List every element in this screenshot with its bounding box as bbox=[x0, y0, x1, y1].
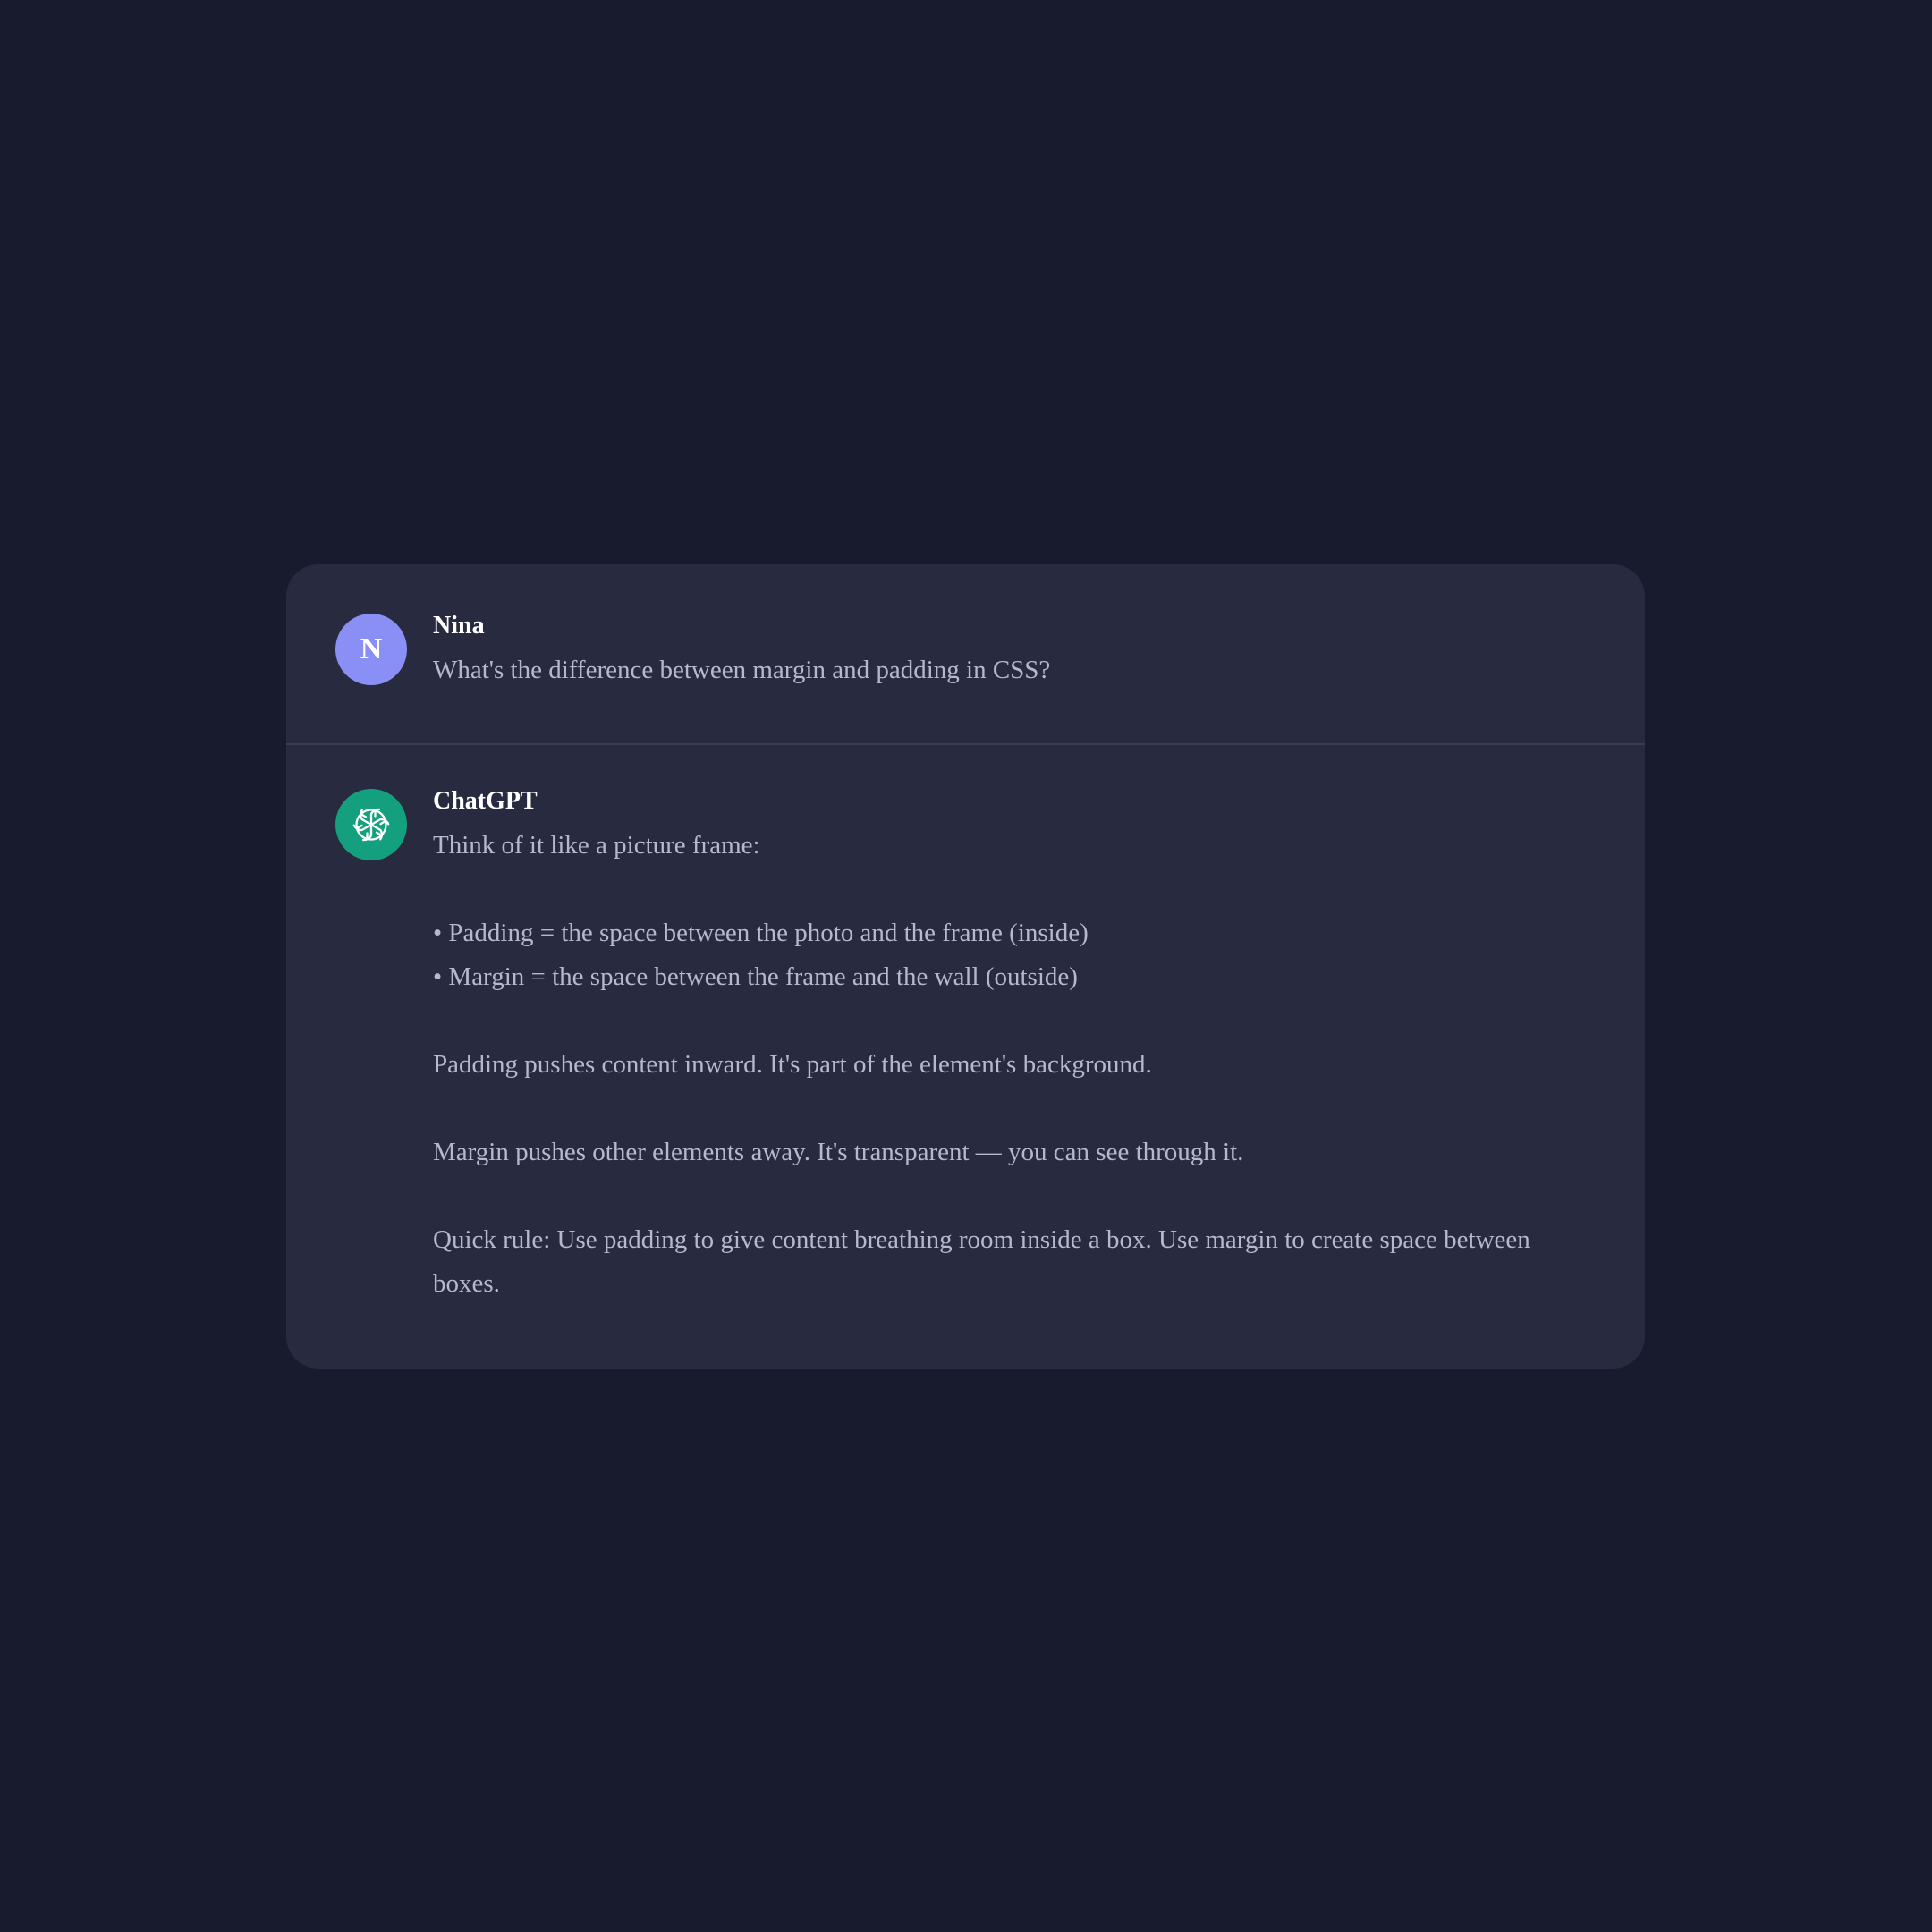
openai-logo-icon bbox=[352, 808, 390, 842]
assistant-paragraph: Margin pushes other elements away. It's … bbox=[433, 1138, 1244, 1166]
assistant-sender-name: ChatGPT bbox=[433, 787, 538, 815]
bullet-item: • Margin = the space between the frame a… bbox=[433, 962, 1078, 991]
assistant-avatar bbox=[335, 789, 407, 860]
assistant-paragraph: Quick rule: Use padding to give content … bbox=[433, 1225, 1530, 1298]
assistant-message-content: ChatGPT Think of it like a picture frame… bbox=[433, 786, 1582, 1306]
user-avatar: N bbox=[335, 614, 407, 685]
user-message-content: Nina What's the difference between margi… bbox=[433, 611, 1582, 692]
user-message-text: What's the difference between margin and… bbox=[433, 656, 1051, 684]
bullet-item: • Padding = the space between the photo … bbox=[433, 919, 1089, 947]
assistant-paragraph: Padding pushes content inward. It's part… bbox=[433, 1050, 1152, 1079]
user-message: N Nina What's the difference between mar… bbox=[286, 564, 1645, 745]
assistant-intro: Think of it like a picture frame: bbox=[433, 831, 760, 860]
assistant-message-body: Think of it like a picture frame: • Padd… bbox=[433, 824, 1582, 1306]
chat-card: N Nina What's the difference between mar… bbox=[286, 564, 1645, 1368]
avatar-initial: N bbox=[360, 632, 383, 665]
user-sender-name: Nina bbox=[433, 612, 485, 640]
